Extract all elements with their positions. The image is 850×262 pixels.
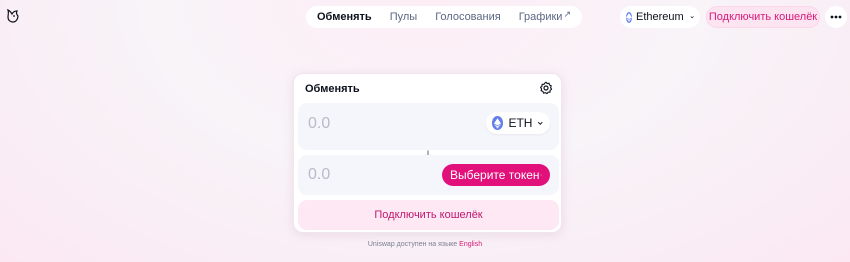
- output-panel: Выберите токен: [298, 155, 559, 195]
- input-panel: ETH: [298, 103, 559, 150]
- footer-text: Uniswap доступен на языке: [367, 241, 458, 248]
- nav-vote[interactable]: Голосования: [426, 8, 510, 26]
- nav-swap[interactable]: Обменять: [308, 8, 381, 26]
- connect-wallet-main-button[interactable]: Подключить кошелёк: [298, 200, 559, 230]
- input-token-select[interactable]: ETH: [486, 112, 550, 134]
- connect-wallet-label: Подключить кошелёк: [708, 11, 818, 23]
- gear-icon: [539, 81, 553, 95]
- settings-button[interactable]: [539, 81, 553, 95]
- nav-swap-label: Обменять: [317, 11, 372, 23]
- nav-pools-label: Пулы: [389, 11, 418, 23]
- select-token-button[interactable]: Выберите токен: [442, 164, 550, 186]
- external-link-icon: ↗: [563, 8, 571, 19]
- chevron-down-icon: [690, 16, 694, 19]
- swap-title: Обменять: [305, 83, 360, 95]
- more-icon: [830, 15, 842, 19]
- nav-charts[interactable]: Графики ↗: [510, 8, 580, 26]
- swap-card: Обменять ETH Выберите токен Подключить к…: [293, 73, 562, 233]
- language-footer: Uniswap доступен на языке English: [0, 241, 850, 248]
- connect-wallet-button[interactable]: Подключить кошелёк: [706, 6, 820, 28]
- ethereum-icon: [626, 11, 632, 23]
- more-button[interactable]: [825, 6, 847, 28]
- network-selector[interactable]: Ethereum: [620, 6, 700, 28]
- chevron-down-icon: [539, 174, 542, 176]
- language-link[interactable]: English: [459, 241, 482, 248]
- network-label: Ethereum: [636, 11, 684, 23]
- output-amount-field[interactable]: [308, 166, 428, 184]
- nav-vote-label: Голосования: [435, 11, 501, 23]
- unicorn-icon: [6, 8, 19, 23]
- eth-token-icon: [492, 116, 504, 130]
- input-amount-field[interactable]: [308, 115, 428, 133]
- chevron-down-icon: [538, 121, 544, 125]
- nav-pools[interactable]: Пулы: [381, 8, 427, 26]
- main-nav: Обменять Пулы Голосования Графики ↗: [306, 6, 582, 28]
- connect-wallet-main-label: Подключить кошелёк: [374, 209, 483, 221]
- select-token-label: Выберите токен: [450, 168, 540, 182]
- uniswap-logo[interactable]: [4, 7, 22, 25]
- input-token-label: ETH: [508, 116, 533, 130]
- nav-charts-label: Графики: [518, 11, 563, 23]
